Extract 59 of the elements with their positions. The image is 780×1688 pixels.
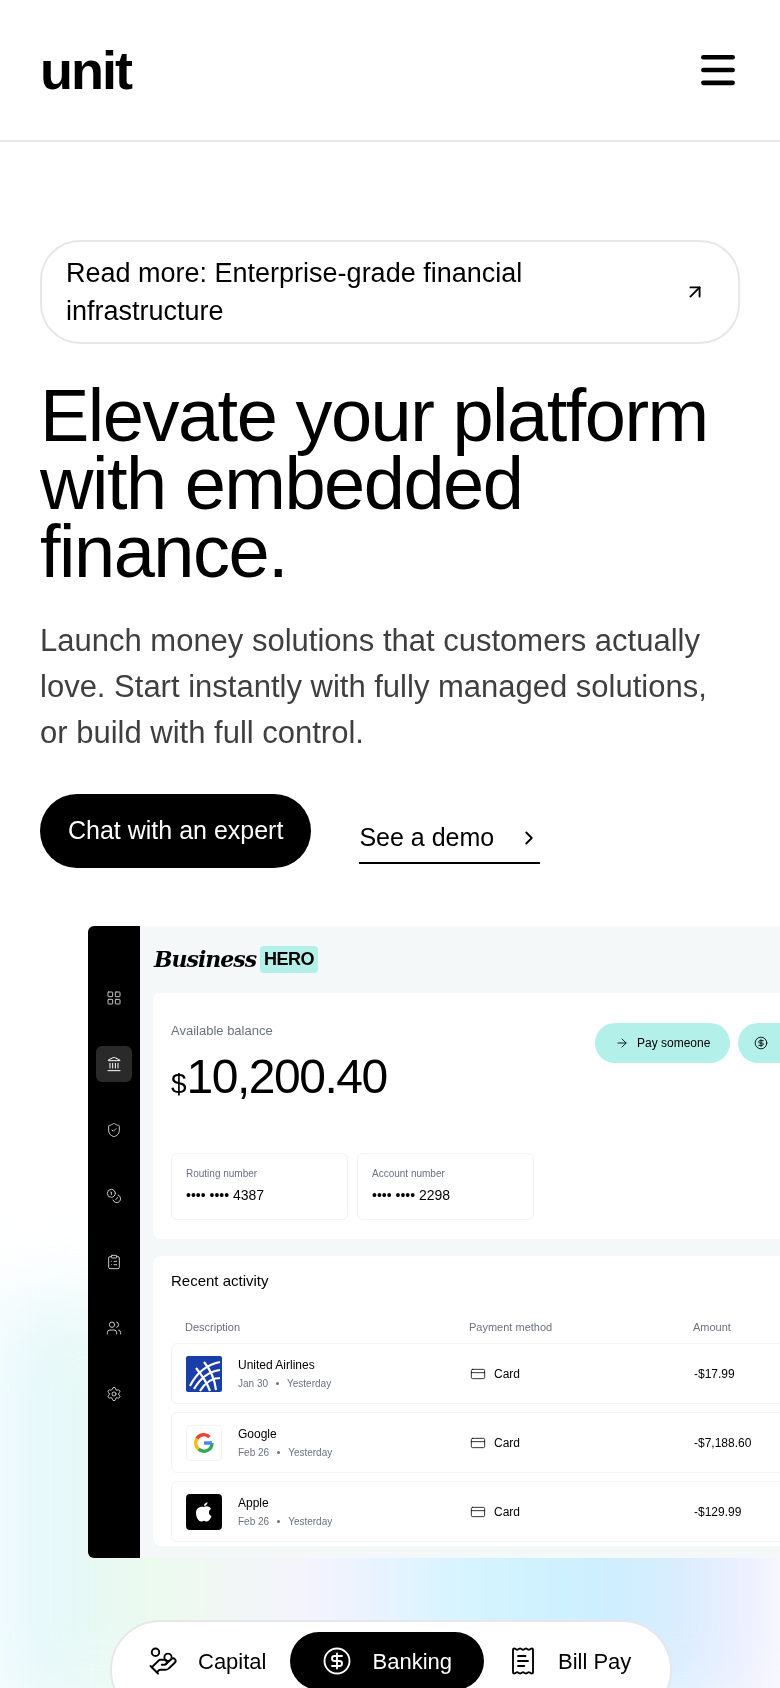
- transaction-amount: -$17.99: [694, 1365, 735, 1383]
- column-header: Amount: [693, 1319, 731, 1335]
- bullet-icon: [277, 1451, 281, 1454]
- currency-symbol: $: [171, 1066, 187, 1101]
- column-header: Description: [185, 1319, 242, 1335]
- product-tab[interactable]: Capital: [140, 1632, 275, 1688]
- number-value: •••• •••• 2298: [372, 1185, 452, 1205]
- headline: Elevate your platform with embedded finance.: [40, 382, 709, 586]
- globe-logo-icon: [186, 1355, 222, 1392]
- announcement-link[interactable]: Read more: Enterprise-grade financial infrastructure: [40, 240, 740, 344]
- apple-logo-icon: [186, 1493, 222, 1530]
- chat-button[interactable]: Chat with an expert: [40, 794, 312, 868]
- activity-row[interactable]: Google Feb 26 Yesterday Card -$7,188.60: [171, 1412, 780, 1473]
- number-value: •••• •••• 4387: [186, 1185, 266, 1205]
- brand-badge: HERO: [260, 946, 319, 973]
- demo-link[interactable]: See a demo: [359, 798, 541, 864]
- shield-icon: [106, 1122, 122, 1138]
- grid-icon: [106, 990, 122, 1006]
- merchant-name: United Airlines: [238, 1357, 316, 1374]
- column-header: Payment method: [469, 1319, 554, 1335]
- transaction-amount: -$7,188.60: [694, 1434, 752, 1452]
- transaction-time: Yesterday: [288, 1446, 333, 1460]
- transaction-date: Feb 26: [238, 1515, 270, 1529]
- product-tab[interactable]: Banking: [290, 1632, 484, 1688]
- users-icon: [106, 1320, 122, 1336]
- payment-method: Card: [494, 1503, 520, 1521]
- merchant-name: Apple: [238, 1495, 270, 1512]
- transaction-time: Yesterday: [288, 1515, 333, 1529]
- google-logo-icon: [186, 1424, 222, 1461]
- hero-description: Launch money solutions that customers actually love. Start instantly with fully managed solutions, or build with full control.: [40, 622, 708, 752]
- sidebar-item[interactable]: [96, 1046, 132, 1082]
- balance-label: Available balance: [171, 1022, 274, 1040]
- bank-icon: [106, 1056, 122, 1072]
- dollar-circle-icon: [754, 1036, 769, 1050]
- coins-icon: [106, 1188, 122, 1204]
- bullet-icon: [276, 1382, 280, 1385]
- hand-coins-icon: [148, 1646, 178, 1676]
- transaction-time: Yesterday: [287, 1377, 332, 1391]
- pay-button[interactable]: Pay someone: [595, 1023, 731, 1063]
- transaction-date: Feb 26: [238, 1446, 270, 1460]
- arrow-right-icon: [615, 1036, 629, 1050]
- transaction-amount: -$129.99: [694, 1503, 742, 1521]
- activity-title: Recent activity: [171, 1271, 270, 1291]
- activity-row[interactable]: Apple Feb 26 Yesterday Card -$129.99: [171, 1481, 780, 1542]
- merchant-name: Google: [238, 1426, 278, 1443]
- brand-script: Business: [154, 945, 257, 974]
- dollar-circle-icon: [322, 1646, 353, 1676]
- balance-amount: 10,200.40: [186, 1052, 387, 1101]
- settings-icon: [106, 1386, 122, 1402]
- activity-row[interactable]: United Airlines Jan 30 Yesterday Card -$17.99: [171, 1343, 780, 1404]
- product-tab[interactable]: Bill Pay: [500, 1632, 640, 1688]
- bullet-icon: [277, 1520, 281, 1523]
- logo[interactable]: unit: [40, 43, 131, 97]
- number-label: Routing number: [186, 1166, 259, 1181]
- payment-method: Card: [494, 1365, 520, 1383]
- clipboard-icon: [106, 1254, 122, 1270]
- transaction-date: Jan 30: [238, 1377, 269, 1391]
- number-label: Account number: [372, 1166, 446, 1181]
- payment-method: Card: [494, 1434, 520, 1452]
